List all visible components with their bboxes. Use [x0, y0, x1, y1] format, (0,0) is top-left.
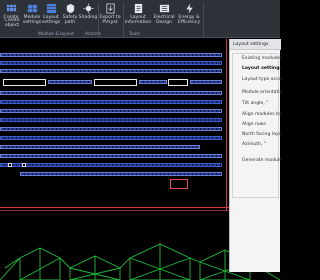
azimuth-field[interactable]: Azimuth, °: [242, 142, 266, 147]
shading-button-label: Shading: [78, 15, 98, 20]
selected-module-block[interactable]: [3, 79, 46, 86]
existing-modules-field[interactable]: Existing modules: [242, 56, 281, 61]
group-label-actions: Actions: [85, 32, 102, 37]
shading-button[interactable]: Shading: [79, 2, 97, 33]
export-pvsyst-button[interactable]: Export to PVsyst: [99, 2, 121, 33]
energy-efficiency-button-label: Energy & Efficiency: [177, 15, 201, 26]
selected-module-block[interactable]: [168, 79, 188, 86]
electrical-design-button[interactable]: Electrical Design: [153, 2, 175, 33]
module-row[interactable]: [0, 145, 200, 149]
group-label-module-layout: Module & layout: [38, 32, 74, 37]
energy-icon: [185, 3, 193, 14]
module-row[interactable]: [0, 69, 222, 73]
module-row[interactable]: [0, 118, 222, 122]
safety-path-button[interactable]: Safety path: [62, 2, 78, 33]
layout-information-button-label: Layout information: [124, 15, 152, 26]
setback-line: [0, 210, 229, 211]
layout-settings-button-label: Layout settings: [41, 15, 61, 26]
module-row[interactable]: [190, 80, 222, 84]
create-object-button-label: Create object: [4, 18, 20, 29]
export-icon: [105, 3, 115, 14]
ribbon-toolbar: Create Create object Module settings Lay…: [0, 0, 280, 38]
group-separator: [203, 3, 204, 37]
module-row[interactable]: [0, 154, 222, 158]
create-object-button[interactable]: Create object: [4, 18, 20, 32]
module-row[interactable]: [0, 127, 222, 131]
export-pvsyst-button-label: Export to PVsyst: [99, 15, 121, 26]
module-row[interactable]: [0, 109, 222, 113]
module-row[interactable]: [0, 61, 222, 65]
align-rows-field[interactable]: Align rows: [242, 122, 266, 127]
safety-path-button-label: Safety path: [62, 15, 78, 26]
layout-settings-button[interactable]: Layout settings: [42, 2, 60, 33]
pv-create-icon: [6, 4, 16, 12]
grip-handle[interactable]: [8, 163, 12, 167]
group-label-tools: Tools: [129, 32, 140, 37]
module-orientation-field[interactable]: Module orientatio: [242, 90, 282, 95]
module-settings-button-label: Module settings: [22, 15, 42, 26]
module-settings-button[interactable]: Module settings: [22, 2, 42, 33]
site-boundary-line: [0, 207, 229, 208]
layout-settings-icon: [46, 3, 56, 14]
shading-icon: [82, 3, 94, 14]
module-row[interactable]: [0, 100, 222, 104]
layout-settings-heading: Layout settings: [242, 66, 283, 71]
safety-path-icon: [66, 3, 74, 14]
site-boundary-line: [226, 39, 227, 211]
layout-type-field[interactable]: Layout type accor: [242, 77, 283, 82]
module-row[interactable]: [0, 53, 222, 57]
module-row[interactable]: [0, 91, 222, 95]
module-row[interactable]: [0, 136, 222, 140]
north-facing-layout-field[interactable]: North facing layo: [242, 132, 281, 137]
electrical-design-button-label: Electrical Design: [153, 15, 175, 26]
module-row[interactable]: [0, 163, 222, 167]
layout-settings-panel: Layout settings Existing modules Layout …: [229, 39, 283, 272]
grip-handle[interactable]: [22, 163, 26, 167]
information-icon: [134, 3, 142, 14]
electrical-icon: [159, 4, 169, 13]
module-row[interactable]: [139, 80, 167, 84]
module-row[interactable]: [48, 80, 92, 84]
selected-module-block[interactable]: [94, 79, 137, 86]
panel-title: Layout settings: [230, 39, 281, 50]
module-row[interactable]: [20, 172, 222, 176]
generate-modules-button[interactable]: Generate module: [242, 158, 282, 163]
energy-efficiency-button[interactable]: Energy & Efficiency: [177, 2, 201, 33]
inverter-block[interactable]: [170, 179, 188, 189]
tilt-angle-field[interactable]: Tilt angle, °: [242, 101, 268, 106]
module-settings-icon: [27, 4, 37, 13]
layout-information-button[interactable]: Layout information: [125, 2, 151, 33]
align-modules-field[interactable]: Align modules by: [242, 112, 282, 117]
